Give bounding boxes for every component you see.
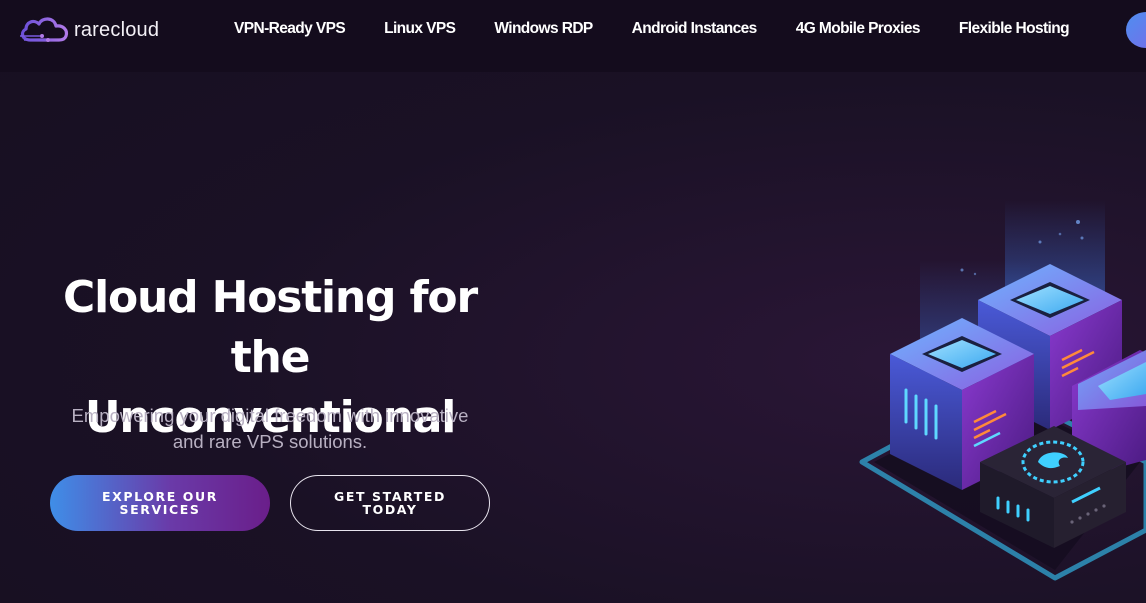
- brand-logo[interactable]: rarecloud: [16, 12, 159, 48]
- hero-title-line-1: Cloud Hosting for: [63, 272, 478, 323]
- nav-item-linux-vps[interactable]: Linux VPS: [384, 20, 456, 38]
- server-cubes-illustration: [859, 200, 1146, 581]
- header-action-button[interactable]: [1126, 12, 1146, 48]
- hero-subtitle: Empowering your digital freedom with inn…: [40, 403, 500, 455]
- explore-services-button[interactable]: EXPLORE OUR SERVICES: [50, 475, 270, 531]
- nav-item-4g-mobile-proxies[interactable]: 4G Mobile Proxies: [796, 20, 921, 38]
- nav-item-flexible-hosting[interactable]: Flexible Hosting: [959, 20, 1070, 38]
- hero-subtitle-line-1: Empowering your digital freedom with inn…: [71, 405, 469, 426]
- nav-item-vpn-ready-vps[interactable]: VPN-Ready VPS: [234, 20, 346, 38]
- nav-item-windows-rdp[interactable]: Windows RDP: [494, 20, 593, 38]
- nav-item-android-instances[interactable]: Android Instances: [632, 20, 758, 38]
- cloud-logo-icon: [20, 17, 69, 42]
- hero-subtitle-line-2: and rare VPS solutions.: [172, 431, 368, 452]
- main-nav: VPN-Ready VPS Linux VPS Windows RDP Andr…: [234, 17, 1108, 41]
- site-header: rarecloud VPN-Ready VPS Linux VPS Window…: [0, 0, 1146, 72]
- page: rarecloud VPN-Ready VPS Linux VPS Window…: [0, 0, 1146, 603]
- get-started-button[interactable]: GET STARTED TODAY: [290, 475, 490, 531]
- brand-name: rarecloud: [74, 18, 160, 41]
